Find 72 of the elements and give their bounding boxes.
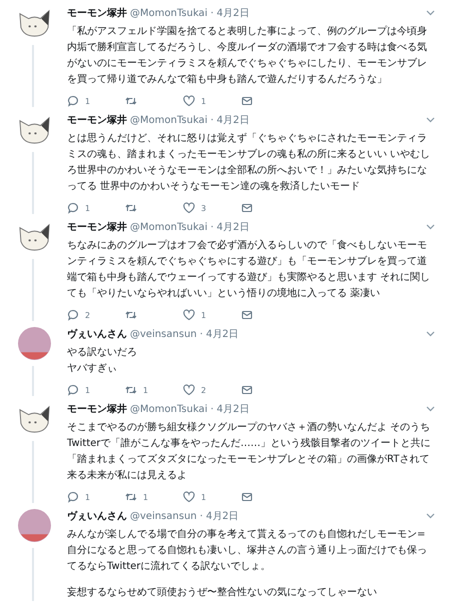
chevron-down-icon[interactable] — [426, 224, 435, 230]
reply-icon — [67, 491, 79, 503]
tweet-text: みんなが楽しんでる場で自分の事を考えて貰えるってのも自惚れだしモーモン=自分になると思ってる自惚れも凄いし、塚井さんの言う通り上っ面だけでも保ってるならTwitterに流れてくる訳ないでしょ。 — [67, 528, 428, 574]
author-name: ヴぇいんさん — [67, 510, 127, 523]
like-button[interactable]: 1 — [183, 309, 241, 321]
author-handle: @veinsansun — [130, 328, 197, 340]
separator-dot: · — [200, 328, 203, 340]
reply-icon — [67, 95, 79, 107]
retweet-icon — [125, 384, 137, 396]
avatar — [18, 509, 51, 542]
separator-dot: · — [200, 510, 203, 522]
separator-dot: · — [210, 8, 214, 18]
author-name: ヴぇいんさん — [67, 328, 127, 341]
like-button[interactable]: 2 — [183, 384, 241, 396]
tweet-text: とは思うんだけど、それに怒りは覚えず「ぐちゃぐちゃにされたモーモンティラミスの魂も、踏まれまくったモーモンサブレの魂も私の所に来るといい いやむしろ世界中のかわいそうなモーモンは全部私の所へおいで！」みたいな気持ちになってる 世界中のかわいそうなモーモン達の魂を救済したいモード — [67, 132, 432, 194]
separator-dot: · — [210, 222, 214, 232]
reply-icon — [67, 309, 79, 321]
heart-icon — [183, 95, 195, 107]
author-name: モーモン塚井 — [67, 6, 127, 20]
heart-icon — [183, 384, 195, 396]
author-handle: @MomonTsukai — [130, 8, 208, 18]
chevron-down-icon[interactable] — [426, 10, 435, 16]
retweet-button[interactable]: 1 — [125, 491, 183, 503]
author-handle: @MomonTsukai — [130, 222, 208, 232]
author-handle: @veinsansun — [130, 510, 197, 522]
author-name: モーモン塚井 — [67, 402, 127, 416]
chevron-down-icon[interactable] — [426, 331, 435, 337]
envelope-icon — [241, 95, 253, 107]
retweet-icon — [125, 491, 137, 503]
chevron-down-icon[interactable] — [426, 117, 435, 123]
chevron-down-icon[interactable] — [426, 406, 435, 412]
separator-dot: · — [210, 114, 214, 126]
author-handle: @MomonTsukai — [130, 404, 208, 414]
retweet-icon — [125, 309, 137, 321]
tweet-date: 4月2日 — [216, 403, 250, 416]
tweet-date: 4月2日 — [216, 221, 250, 234]
heart-icon — [183, 309, 195, 321]
heart-icon — [183, 491, 195, 503]
author-handle: @MomonTsukai — [130, 114, 208, 126]
author-name: モーモン塚井 — [67, 220, 127, 234]
tweet-text: ヤバすぎぃ — [67, 362, 118, 376]
tweet-text: ちなみにあのグループはオフ会で必ず酒が入るらしいので「食べもしないモーモンティラミスを頼んでぐちゃぐちゃにする遊び」も「モーモンサブレを買って道端で箱も中身も踏んでウェーイってする遊び」も実際やると思います それに関しても「やりたいならやればいい」という悟りの境地に入ってる 薬凄い — [67, 238, 432, 301]
retweet-icon — [125, 95, 137, 107]
tweet-text: やる訳ないだろ — [67, 346, 138, 360]
heart-icon — [183, 202, 195, 214]
reply-button[interactable]: 2 — [67, 309, 125, 321]
envelope-icon — [241, 491, 253, 503]
reply-icon — [67, 384, 79, 396]
reply-button[interactable]: 1 — [67, 491, 125, 503]
separator-dot: · — [210, 404, 214, 414]
reply-icon — [67, 202, 79, 214]
retweet-button[interactable]: 1 — [125, 384, 183, 396]
tweet-date: 4月2日 — [216, 7, 250, 20]
tweet-date: 4月2日 — [206, 328, 239, 341]
like-button[interactable]: 3 — [183, 202, 241, 214]
envelope-icon — [241, 384, 253, 396]
envelope-icon — [241, 309, 253, 321]
like-button[interactable]: 1 — [183, 491, 241, 503]
chevron-down-icon[interactable] — [426, 513, 435, 519]
reply-button[interactable]: 1 — [67, 95, 125, 107]
avatar — [18, 327, 51, 360]
envelope-icon — [241, 202, 253, 214]
tweet-date: 4月2日 — [216, 114, 250, 127]
reply-button[interactable]: 1 — [67, 202, 125, 214]
tweet-date: 4月2日 — [206, 510, 239, 523]
author-name: モーモン塚井 — [67, 114, 127, 127]
tweet-text: 「私がアスフェルド学園を捨てると表明した事によって、例のグループは今頃身内垢で勝利宣言してるだろうし、今度ルイーダの酒場でオフ会する時は食べる気がないのにモーモンティラミスを頼んでぐちゃぐちゃにしたり、モーモンサブレを買って帰り道でみんなで箱も中身も踏んで遊んだりするんだろうな」 — [67, 24, 428, 87]
reply-button[interactable]: 1 — [67, 384, 125, 396]
like-button[interactable]: 1 — [183, 95, 241, 107]
tweet-text: そこまでやるのが勝ち組女様クソグループのヤバさ＋酒の勢いなんだよ そのうちTwitterで「誰がこんな事をやったんだ……」という残骸目撃者のツイートと共に「踏まれまくってズタズタになったモーモンサブレとその箱」の画像がRTされて来る未来が私には見えるよ — [67, 420, 432, 483]
tweet-text: 妄想するならせめて頭使おうぜ〜整合性ないの気になってしゃーない — [67, 586, 378, 600]
retweet-icon — [125, 202, 137, 214]
